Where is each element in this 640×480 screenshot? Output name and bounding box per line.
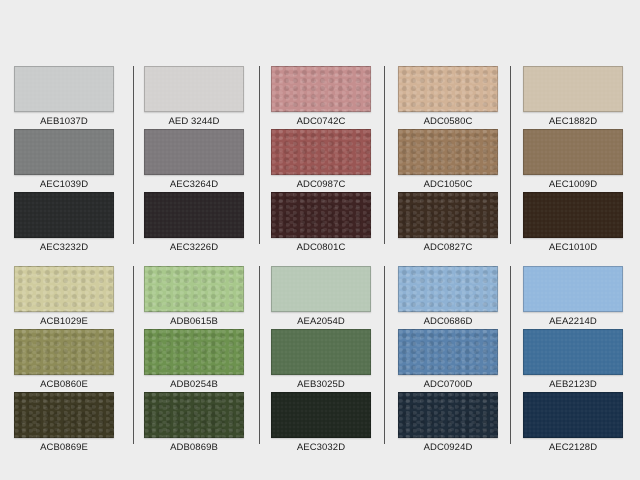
- color-code-label: ADC1050C: [423, 179, 473, 190]
- color-code-label: ACB0860E: [40, 379, 88, 390]
- color-swatch: [523, 129, 623, 175]
- column-divider: [133, 66, 134, 244]
- color-swatch: [271, 392, 371, 438]
- swatch-grid: AEB1037D AED 3244D ADC0742C ADC0580C AEC1882…: [0, 0, 640, 480]
- color-code-label: AEC1009D: [548, 179, 598, 190]
- color-swatch: [144, 129, 244, 175]
- color-swatch: [523, 192, 623, 238]
- color-swatch: [271, 192, 371, 238]
- color-code-label: ADC0924D: [423, 442, 473, 453]
- color-swatch: [14, 66, 114, 112]
- color-code-label: ACB1029E: [40, 316, 88, 327]
- color-swatch: [271, 66, 371, 112]
- color-swatch: [144, 66, 244, 112]
- column-divider: [133, 266, 134, 444]
- color-code-label: ADC0742C: [296, 116, 346, 127]
- color-code-label: ADC0580C: [423, 116, 473, 127]
- color-swatch: [523, 392, 623, 438]
- color-swatch: [398, 266, 498, 312]
- color-swatch: [398, 192, 498, 238]
- color-swatch: [523, 266, 623, 312]
- color-swatch: [523, 66, 623, 112]
- color-swatch: [14, 266, 114, 312]
- color-swatch: [398, 329, 498, 375]
- color-code-label: ADC0801C: [296, 242, 346, 253]
- color-code-label: AEB3025D: [297, 379, 345, 390]
- color-swatch: [144, 392, 244, 438]
- color-code-label: ACB0869E: [40, 442, 88, 453]
- column-divider: [384, 266, 385, 444]
- color-code-label: AEC1010D: [548, 242, 598, 253]
- color-code-label: AEB2123D: [549, 379, 597, 390]
- column-divider: [259, 266, 260, 444]
- color-code-label: ADC0700D: [423, 379, 473, 390]
- color-code-label: AEC3226D: [169, 242, 219, 253]
- color-swatch: [14, 129, 114, 175]
- color-swatch: [523, 329, 623, 375]
- color-code-label: AEC1039D: [39, 179, 89, 190]
- color-swatch: [398, 66, 498, 112]
- color-code-label: ADC0987C: [296, 179, 346, 190]
- column-divider: [259, 66, 260, 244]
- color-code-label: AEA2054D: [297, 316, 345, 327]
- column-divider: [510, 266, 511, 444]
- color-swatch: [398, 392, 498, 438]
- color-code-label: AEC1882D: [548, 116, 598, 127]
- column-divider: [384, 66, 385, 244]
- color-code-label: AEC3032D: [296, 442, 346, 453]
- color-code-label: AEB1037D: [40, 116, 88, 127]
- color-swatch: [271, 266, 371, 312]
- color-code-label: AEC3264D: [169, 179, 219, 190]
- column-divider: [510, 66, 511, 244]
- color-swatch: [14, 329, 114, 375]
- color-code-label: AED 3244D: [168, 116, 220, 127]
- color-swatch: [144, 329, 244, 375]
- color-swatch: [271, 129, 371, 175]
- color-swatch: [398, 129, 498, 175]
- color-code-label: AEC2128D: [548, 442, 598, 453]
- color-swatch: [271, 329, 371, 375]
- color-swatch: [144, 192, 244, 238]
- color-swatch: [14, 392, 114, 438]
- color-swatch: [144, 266, 244, 312]
- color-code-label: AEC3232D: [39, 242, 89, 253]
- color-code-label: ADB0869B: [170, 442, 218, 453]
- color-swatch: [14, 192, 114, 238]
- color-code-label: ADC0827C: [423, 242, 473, 253]
- color-code-label: ADB0254B: [170, 379, 218, 390]
- color-code-label: ADC0686D: [423, 316, 473, 327]
- color-code-label: AEA2214D: [549, 316, 597, 327]
- color-code-label: ADB0615B: [170, 316, 218, 327]
